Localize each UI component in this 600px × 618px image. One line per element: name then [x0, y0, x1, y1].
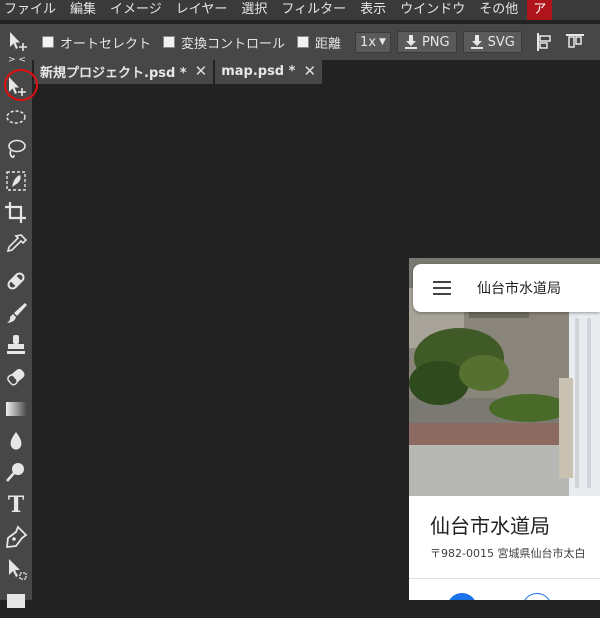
download-icon — [470, 34, 484, 50]
zoom-dropdown[interactable]: 1x ▼ — [355, 31, 391, 53]
menu-icon[interactable] — [433, 281, 451, 295]
menu-file[interactable]: ファイル — [0, 0, 63, 20]
menu-image[interactable]: イメージ — [103, 0, 169, 20]
divider — [409, 578, 600, 579]
menu-edit[interactable]: 編集 — [63, 0, 103, 20]
align-top-icon[interactable] — [564, 31, 586, 53]
close-icon[interactable]: ✕ — [195, 62, 208, 80]
brush-tool-icon[interactable] — [3, 300, 29, 326]
place-address: 〒982-0015 宮城県仙台市太白 — [430, 547, 586, 560]
zoom-value: 1x — [360, 34, 377, 50]
transform-controls-box[interactable] — [163, 36, 176, 48]
map-place-card: 仙台市水道局 仙台市水道局 〒982-0015 宮城県仙台市太白 — [409, 258, 600, 600]
eraser-tool-icon[interactable] — [3, 364, 29, 390]
clone-stamp-tool-icon[interactable] — [3, 332, 29, 358]
marquee-tool-icon[interactable] — [3, 104, 29, 130]
export-svg-label: SVG — [487, 34, 515, 50]
eyedropper-tool-icon[interactable] — [3, 232, 29, 258]
shape-tool-icon[interactable] — [3, 588, 29, 614]
tab-map[interactable]: map.psd * ✕ — [215, 58, 323, 84]
place-title: 仙台市水道局 — [430, 514, 550, 538]
download-icon — [404, 34, 418, 50]
tools-panel: > < T — [0, 56, 32, 608]
gradient-tool-icon[interactable] — [3, 396, 29, 422]
tab-label: map.psd * — [221, 63, 296, 79]
text-tool-icon[interactable]: T — [3, 492, 29, 518]
menu-layer[interactable]: レイヤー — [169, 0, 235, 20]
pen-tool-icon[interactable] — [3, 524, 29, 550]
tab-label: 新規プロジェクト.psd * — [40, 65, 187, 81]
options-bar: オートセレクト 変換コントロール 距離 1x ▼ PNG SVG — [0, 24, 600, 60]
map-search-bar[interactable]: 仙台市水道局 — [413, 264, 600, 312]
export-svg-button[interactable]: SVG — [462, 31, 522, 53]
account-button[interactable]: ア — [527, 0, 553, 20]
export-png-label: PNG — [421, 34, 450, 50]
auto-select-box[interactable] — [42, 36, 54, 48]
blur-tool-icon[interactable] — [3, 428, 29, 454]
menu-view[interactable]: 表示 — [353, 0, 393, 20]
collapse-toggle[interactable]: > < — [8, 56, 26, 65]
save-place-button[interactable] — [522, 593, 552, 600]
map-search-text: 仙台市水道局 — [477, 281, 561, 297]
quick-select-tool-icon[interactable] — [3, 168, 29, 194]
menu-bar: ファイル 編集 イメージ レイヤー 選択 フィルター 表示 ウインドウ その他 … — [0, 0, 600, 20]
distance-checkbox[interactable]: 距離 — [297, 33, 341, 52]
move-tool-icon[interactable] — [3, 74, 29, 100]
menu-window[interactable]: ウインドウ — [393, 0, 472, 20]
healing-brush-tool-icon[interactable] — [3, 268, 29, 294]
auto-select-label: オートセレクト — [60, 36, 152, 52]
transform-controls-checkbox[interactable]: 変換コントロール — [163, 33, 285, 52]
export-png-button[interactable]: PNG — [396, 31, 457, 53]
menu-more[interactable]: その他 — [472, 0, 525, 20]
directions-button[interactable] — [447, 593, 477, 600]
chevron-down-icon: ▼ — [379, 37, 386, 47]
align-left-icon[interactable] — [534, 31, 556, 53]
menu-filter[interactable]: フィルター — [274, 0, 353, 20]
menu-select[interactable]: 選択 — [234, 0, 274, 20]
tab-new-project[interactable]: 新規プロジェクト.psd * ✕ — [34, 58, 214, 84]
transform-controls-label: 変換コントロール — [181, 36, 286, 52]
path-select-tool-icon[interactable] — [3, 556, 29, 582]
document-tabs: 新規プロジェクト.psd * ✕ map.psd * ✕ — [34, 58, 324, 84]
distance-label: 距離 — [315, 36, 342, 52]
crop-tool-icon[interactable] — [3, 200, 29, 226]
auto-select-checkbox[interactable]: オートセレクト — [42, 33, 151, 52]
dodge-tool-icon[interactable] — [3, 460, 29, 486]
current-tool-move-icon — [4, 29, 30, 55]
close-icon[interactable]: ✕ — [303, 62, 316, 80]
distance-box[interactable] — [297, 36, 310, 48]
lasso-tool-icon[interactable] — [3, 136, 29, 162]
